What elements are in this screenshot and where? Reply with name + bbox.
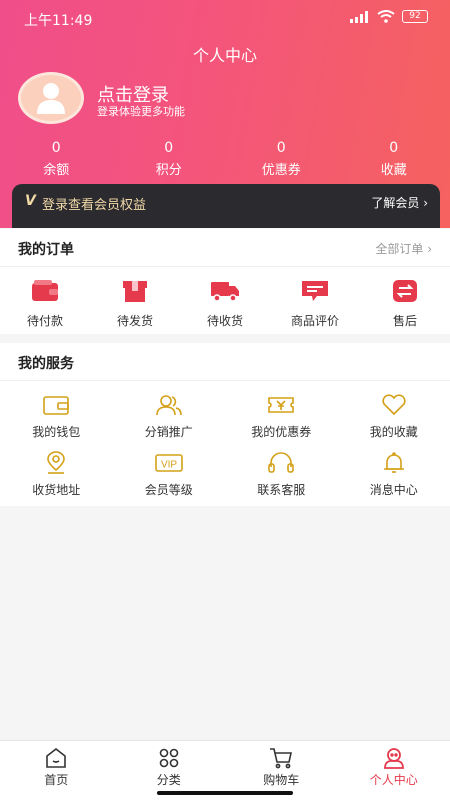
service-label: 分销推广 [144, 425, 193, 439]
tab-label: 购物车 [263, 773, 300, 787]
headset-icon [268, 452, 295, 473]
signal-icon [350, 10, 368, 23]
order-pending-receipt[interactable]: 待收货 [180, 279, 270, 329]
service-coupons[interactable]: 我的优惠券 [225, 393, 338, 451]
stat-value: 0 [51, 140, 61, 156]
service-distribution[interactable]: 分销推广 [113, 393, 226, 451]
stat-label: 余额 [43, 163, 70, 178]
status-icons: 92 [350, 10, 428, 23]
order-label: 待收货 [206, 314, 243, 328]
wallet-icon [43, 396, 70, 415]
service-label: 收货地址 [32, 483, 81, 497]
order-pending-shipment[interactable]: 待发货 [90, 279, 180, 329]
page-title: 个人中心 [192, 46, 257, 65]
divider [0, 380, 450, 381]
service-label: 我的钱包 [32, 425, 81, 439]
stat-coupons[interactable]: 0 优惠券 [225, 140, 338, 178]
service-wallet[interactable]: 我的钱包 [0, 393, 113, 451]
order-review[interactable]: 商品评价 [270, 279, 360, 329]
avatar[interactable] [18, 72, 84, 124]
profile-header: 上午11:49 92 个人中心 点击登录 登录体验更多功能 0 余额 0 积分 … [0, 0, 450, 228]
service-messages[interactable]: 消息中心 [338, 451, 450, 509]
order-label: 待付款 [26, 314, 63, 328]
exchange-icon [393, 280, 417, 302]
all-orders-link[interactable]: 全部订单 › [375, 240, 432, 257]
wallet-icon [32, 280, 58, 301]
stat-label: 收藏 [380, 163, 407, 178]
account-stats: 0 余额 0 积分 0 优惠券 0 收藏 [0, 140, 450, 178]
vip-banner[interactable]: V 登录查看会员权益 了解会员 › [12, 184, 440, 228]
user-placeholder-icon [37, 83, 65, 114]
services-title: 我的服务 [18, 356, 74, 372]
bell-icon [383, 452, 404, 473]
order-status-row: 待付款 待发货 待收货 商品评价 售后 [0, 279, 450, 329]
box-icon [123, 281, 147, 302]
stat-value: 0 [389, 140, 399, 156]
service-address[interactable]: 收货地址 [0, 451, 113, 509]
grid-icon [159, 748, 179, 768]
stat-value: 0 [276, 140, 286, 156]
tab-label: 分类 [156, 773, 181, 787]
users-icon [155, 395, 182, 416]
cart-icon [270, 748, 293, 769]
stat-value: 0 [164, 140, 174, 156]
stat-label: 积分 [155, 163, 182, 178]
order-label: 售后 [392, 314, 417, 328]
vip-icon: VIP [154, 454, 183, 472]
tab-label: 首页 [44, 773, 69, 787]
service-favorites[interactable]: 我的收藏 [338, 393, 450, 451]
comment-icon [302, 281, 328, 301]
status-time: 上午11:49 [24, 13, 93, 29]
tab-label: 个人中心 [369, 773, 418, 787]
orders-title: 我的订单 [18, 242, 74, 258]
tab-home[interactable]: 首页 [0, 741, 113, 800]
services-section: 我的服务 我的钱包 分销推广 我的优惠券 我的收藏 收货地址 VIP 会员等级 … [0, 343, 450, 506]
service-label: 我的优惠券 [251, 425, 312, 439]
service-customer-support[interactable]: 联系客服 [225, 451, 338, 509]
stat-points[interactable]: 0 积分 [113, 140, 226, 178]
home-icon [46, 747, 67, 768]
orders-section: 我的订单 全部订单 › 待付款 待发货 待收货 商品评价 售后 [0, 229, 450, 334]
service-label: 会员等级 [144, 483, 193, 497]
stat-favorites[interactable]: 0 收藏 [338, 140, 450, 178]
vip-badge-icon: V [25, 193, 36, 209]
login-subtitle: 登录体验更多功能 [97, 105, 185, 118]
stat-balance[interactable]: 0 余额 [0, 140, 113, 178]
stat-label: 优惠券 [261, 163, 301, 178]
order-label: 商品评价 [290, 314, 339, 328]
service-label: 消息中心 [369, 483, 418, 497]
service-label: 联系客服 [257, 483, 306, 497]
vip-banner-text: 登录查看会员权益 [42, 198, 147, 213]
order-label: 待发货 [116, 314, 153, 328]
wifi-icon [377, 10, 395, 23]
service-label: 我的收藏 [369, 425, 418, 439]
truck-icon [211, 282, 239, 302]
user-icon [383, 748, 404, 769]
services-grid: 我的钱包 分销推广 我的优惠券 我的收藏 收货地址 VIP 会员等级 联系客服 … [0, 393, 450, 509]
divider [0, 266, 450, 267]
coupon-icon [268, 397, 295, 413]
home-indicator[interactable] [157, 791, 293, 795]
status-bar: 上午11:49 92 [0, 0, 450, 36]
svg-text:VIP: VIP [161, 460, 177, 471]
location-icon [47, 451, 66, 474]
tab-profile[interactable]: 个人中心 [338, 741, 450, 800]
battery-indicator: 92 [402, 10, 428, 23]
order-pending-payment[interactable]: 待付款 [0, 279, 90, 329]
order-after-sales[interactable]: 售后 [360, 279, 450, 329]
service-member-level[interactable]: VIP 会员等级 [113, 451, 226, 509]
vip-learn-more-link[interactable]: 了解会员 › [371, 194, 428, 211]
heart-icon [382, 394, 406, 416]
